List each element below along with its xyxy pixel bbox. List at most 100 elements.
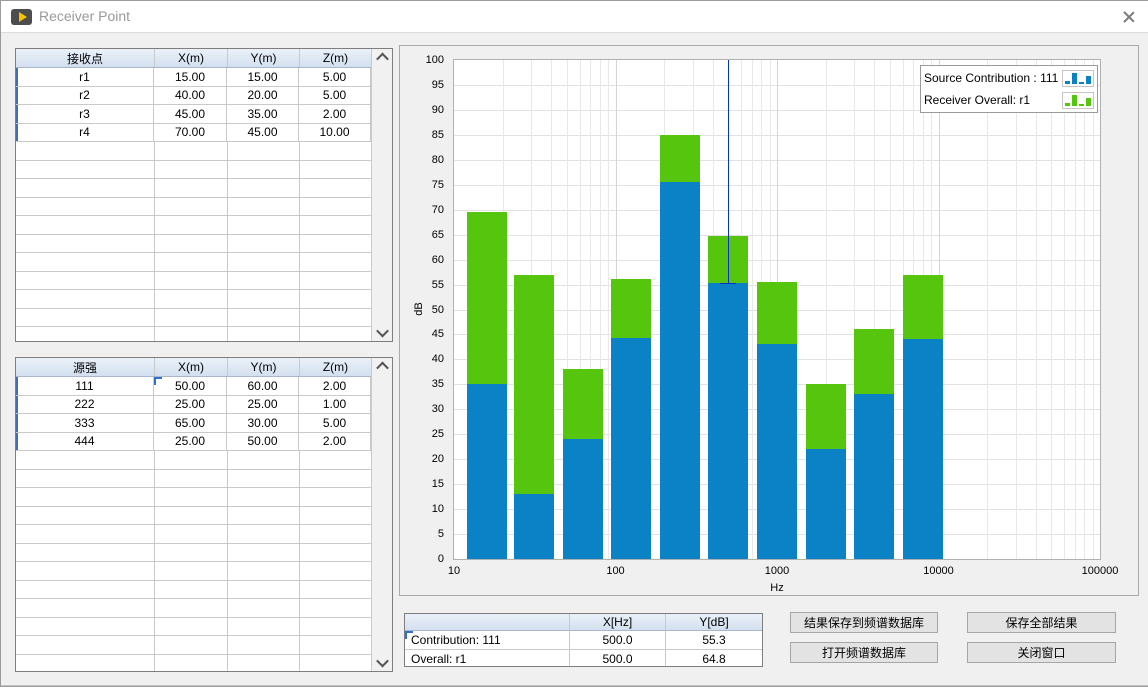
bar-contribution (563, 439, 603, 559)
cell (300, 179, 371, 197)
column-header[interactable] (405, 614, 570, 630)
y-tick-label: 70 (400, 203, 444, 217)
cell: 60.00 (227, 377, 299, 395)
table-row-empty[interactable] (16, 253, 371, 272)
column-header[interactable]: Z(m) (300, 49, 371, 67)
table-row[interactable]: 11150.0060.002.00 (16, 377, 371, 396)
table-row-empty[interactable] (16, 142, 371, 161)
table-row[interactable]: Overall: r1500.064.8 (405, 650, 762, 666)
table-row-empty[interactable] (16, 636, 371, 655)
table-row-empty[interactable] (16, 327, 371, 341)
cell (155, 161, 228, 179)
scroll-down-arrow-icon[interactable] (372, 654, 392, 671)
y-tick-label: 35 (400, 377, 444, 391)
column-header[interactable]: X(m) (155, 358, 228, 376)
plot-area[interactable] (453, 59, 1101, 560)
scroll-down-arrow-icon[interactable] (372, 324, 392, 341)
column-header[interactable]: X[Hz] (570, 614, 666, 630)
table-row-empty[interactable] (16, 581, 371, 600)
bar-plot-style-icon[interactable] (1062, 70, 1094, 87)
open-spectrum-db-button[interactable]: 打开频谱数据库 (790, 642, 938, 663)
cell (228, 198, 300, 216)
table-row-empty[interactable] (16, 161, 371, 180)
table-row-empty[interactable] (16, 235, 371, 254)
close-window-button[interactable]: 关闭窗口 (967, 642, 1116, 663)
column-header[interactable]: Y(m) (228, 49, 300, 67)
bar-contribution (611, 338, 651, 559)
bar-contribution (757, 344, 797, 559)
table-row-empty[interactable] (16, 470, 371, 489)
y-tick-label: 60 (400, 253, 444, 267)
cell: 40.00 (154, 87, 227, 105)
gridline (1064, 60, 1065, 559)
column-header[interactable]: Y[dB] (666, 614, 762, 630)
table-row-empty[interactable] (16, 216, 371, 235)
table-grid[interactable]: 源强X(m)Y(m)Z(m)11150.0060.002.0022225.002… (16, 358, 371, 671)
cursor-crosshair[interactable] (720, 283, 736, 284)
table-row-empty[interactable] (16, 562, 371, 581)
table-row-empty[interactable] (16, 451, 371, 470)
table-grid[interactable]: 接收点X(m)Y(m)Z(m)r115.0015.005.00r240.0020… (16, 49, 371, 341)
table-row[interactable]: r240.0020.005.00 (16, 87, 371, 106)
table-row-empty[interactable] (16, 179, 371, 198)
legend-entry-contribution[interactable]: Source Contribution : 111 (924, 68, 1094, 88)
vertical-scrollbar[interactable] (371, 358, 392, 671)
bar-plot-style-icon[interactable] (1062, 92, 1094, 109)
table-row-empty[interactable] (16, 272, 371, 291)
table-row-empty[interactable] (16, 290, 371, 309)
cell (228, 451, 300, 469)
cursor-readout-table[interactable]: X[Hz]Y[dB]Contribution: 111500.055.3Over… (404, 613, 763, 667)
legend-bar-glyph (1065, 81, 1070, 84)
table-grid[interactable]: X[Hz]Y[dB]Contribution: 111500.055.3Over… (405, 614, 762, 666)
column-header[interactable]: 接收点 (16, 49, 155, 67)
table-row-empty[interactable] (16, 309, 371, 328)
table-row-empty[interactable] (16, 544, 371, 563)
column-header[interactable]: Z(m) (300, 358, 371, 376)
table-row-empty[interactable] (16, 488, 371, 507)
receiver-points-table[interactable]: 接收点X(m)Y(m)Z(m)r115.0015.005.00r240.0020… (15, 48, 393, 342)
table-row[interactable]: r470.0045.0010.00 (16, 124, 371, 143)
legend-label: Receiver Overall: r1 (924, 93, 1030, 107)
scroll-up-arrow-icon[interactable] (372, 49, 392, 66)
save-results-to-spectrum-db-button[interactable]: 结果保存到频谱数据库 (790, 612, 938, 633)
cell: 500.0 (570, 631, 666, 649)
column-header[interactable]: X(m) (155, 49, 228, 67)
table-row-empty[interactable] (16, 507, 371, 526)
gridline (608, 60, 609, 559)
x-tick-label: 100 (606, 565, 624, 577)
vertical-scrollbar[interactable] (371, 49, 392, 341)
cell (16, 544, 155, 562)
cell: 333 (16, 414, 154, 432)
cell (155, 507, 228, 525)
column-header[interactable]: 源强 (16, 358, 155, 376)
cell: 500.0 (570, 650, 666, 666)
table-row[interactable]: 44425.0050.002.00 (16, 433, 371, 452)
cursor-line[interactable] (728, 60, 729, 283)
close-icon[interactable] (1121, 9, 1137, 25)
y-tick-label: 80 (400, 153, 444, 167)
cell (228, 253, 300, 271)
sources-table[interactable]: 源强X(m)Y(m)Z(m)11150.0060.002.0022225.002… (15, 357, 393, 672)
legend-bar-glyph (1086, 98, 1091, 106)
table-row[interactable]: r115.0015.005.00 (16, 68, 371, 87)
table-row-empty[interactable] (16, 599, 371, 618)
table-row[interactable]: r345.0035.002.00 (16, 105, 371, 124)
scroll-up-arrow-icon[interactable] (372, 358, 392, 375)
cell: 45.00 (154, 105, 227, 123)
table-row-empty[interactable] (16, 198, 371, 217)
table-row[interactable]: Contribution: 111500.055.3 (405, 631, 762, 650)
cell (16, 581, 155, 599)
table-row[interactable]: 33365.0030.005.00 (16, 414, 371, 433)
cell (16, 272, 155, 290)
save-all-results-button[interactable]: 保存全部结果 (967, 612, 1116, 633)
table-row[interactable]: 22225.0025.001.00 (16, 396, 371, 415)
cell: r3 (16, 105, 154, 123)
table-row-empty[interactable] (16, 655, 371, 672)
legend-entry-overall[interactable]: Receiver Overall: r1 (924, 90, 1094, 110)
cell: 111 (16, 377, 154, 395)
column-header[interactable]: Y(m) (228, 358, 300, 376)
table-row-empty[interactable] (16, 618, 371, 637)
cell: 45.00 (227, 124, 299, 142)
table-row-empty[interactable] (16, 525, 371, 544)
bar-contribution (854, 394, 894, 559)
